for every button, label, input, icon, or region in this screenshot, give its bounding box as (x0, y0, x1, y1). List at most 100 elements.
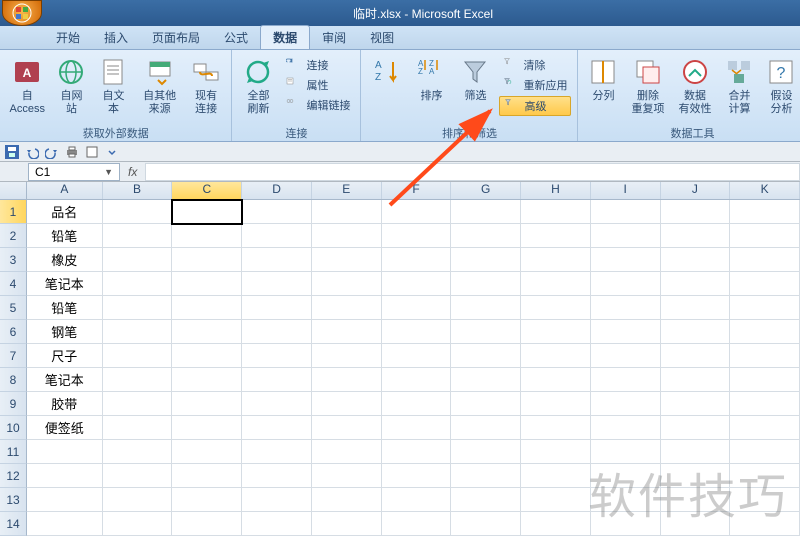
cell-F5[interactable] (382, 296, 452, 320)
row-header-12[interactable]: 12 (0, 464, 27, 488)
tab-审阅[interactable]: 审阅 (310, 26, 358, 49)
fx-icon[interactable]: fx (128, 165, 137, 179)
cell-E11[interactable] (312, 440, 382, 464)
cell-G12[interactable] (451, 464, 521, 488)
text-to-cols-button[interactable]: 分列 (584, 54, 622, 105)
existing-conn-button[interactable]: 现有连接 (187, 54, 226, 118)
cell-H2[interactable] (521, 224, 591, 248)
cell-G5[interactable] (451, 296, 521, 320)
cell-A10[interactable]: 便签纸 (27, 416, 103, 440)
cell-I8[interactable] (591, 368, 661, 392)
cell-K5[interactable] (730, 296, 800, 320)
cell-F2[interactable] (382, 224, 452, 248)
cell-B10[interactable] (103, 416, 173, 440)
row-header-5[interactable]: 5 (0, 296, 27, 320)
cell-D7[interactable] (242, 344, 312, 368)
cell-C10[interactable] (172, 416, 242, 440)
cell-D4[interactable] (242, 272, 312, 296)
cell-K11[interactable] (730, 440, 800, 464)
cell-H11[interactable] (521, 440, 591, 464)
cell-B7[interactable] (103, 344, 173, 368)
filter-button[interactable]: 筛选 (455, 54, 495, 105)
cell-D2[interactable] (242, 224, 312, 248)
cell-I1[interactable] (591, 200, 661, 224)
cell-C12[interactable] (172, 464, 242, 488)
sort-button[interactable]: AZZA排序 (411, 54, 451, 105)
row-header-1[interactable]: 1 (0, 200, 27, 224)
col-header-G[interactable]: G (451, 182, 521, 199)
cell-K1[interactable] (730, 200, 800, 224)
cell-A12[interactable] (27, 464, 103, 488)
cell-A1[interactable]: 品名 (27, 200, 103, 224)
cell-F13[interactable] (382, 488, 452, 512)
cell-D9[interactable] (242, 392, 312, 416)
cell-B6[interactable] (103, 320, 173, 344)
cell-F3[interactable] (382, 248, 452, 272)
cell-H12[interactable] (521, 464, 591, 488)
cell-G14[interactable] (451, 512, 521, 536)
cell-K9[interactable] (730, 392, 800, 416)
cell-G13[interactable] (451, 488, 521, 512)
cell-I13[interactable] (591, 488, 661, 512)
cell-A9[interactable]: 胶带 (27, 392, 103, 416)
cell-E5[interactable] (312, 296, 382, 320)
cell-C1[interactable] (172, 200, 242, 224)
cell-B4[interactable] (103, 272, 173, 296)
cell-H14[interactable] (521, 512, 591, 536)
cell-E12[interactable] (312, 464, 382, 488)
cell-B2[interactable] (103, 224, 173, 248)
name-box[interactable]: C1 ▼ (28, 163, 120, 181)
cell-E10[interactable] (312, 416, 382, 440)
cell-J3[interactable] (661, 248, 731, 272)
cell-A5[interactable]: 铅笔 (27, 296, 103, 320)
cell-F9[interactable] (382, 392, 452, 416)
sort-az-button[interactable]: AZ (367, 54, 407, 92)
cell-G1[interactable] (451, 200, 521, 224)
cell-F6[interactable] (382, 320, 452, 344)
remove-dup-button[interactable]: 删除 重复项 (626, 54, 669, 118)
cell-K12[interactable] (730, 464, 800, 488)
cell-H1[interactable] (521, 200, 591, 224)
cell-E13[interactable] (312, 488, 382, 512)
row-header-4[interactable]: 4 (0, 272, 27, 296)
col-header-I[interactable]: I (591, 182, 661, 199)
cell-J9[interactable] (661, 392, 731, 416)
cell-K7[interactable] (730, 344, 800, 368)
col-header-A[interactable]: A (27, 182, 103, 199)
cell-C13[interactable] (172, 488, 242, 512)
cell-G7[interactable] (451, 344, 521, 368)
cell-D5[interactable] (242, 296, 312, 320)
cell-E8[interactable] (312, 368, 382, 392)
cell-H8[interactable] (521, 368, 591, 392)
cell-D3[interactable] (242, 248, 312, 272)
save-icon[interactable] (4, 144, 20, 160)
cell-B5[interactable] (103, 296, 173, 320)
refresh-button[interactable]: 全部刷新 (238, 54, 278, 118)
cell-C11[interactable] (172, 440, 242, 464)
cell-C8[interactable] (172, 368, 242, 392)
cell-J10[interactable] (661, 416, 731, 440)
cell-K4[interactable] (730, 272, 800, 296)
row-header-3[interactable]: 3 (0, 248, 27, 272)
cell-H7[interactable] (521, 344, 591, 368)
row-header-13[interactable]: 13 (0, 488, 27, 512)
cell-J5[interactable] (661, 296, 731, 320)
col-header-E[interactable]: E (312, 182, 382, 199)
cell-K10[interactable] (730, 416, 800, 440)
cell-B1[interactable] (103, 200, 173, 224)
undo-icon[interactable] (24, 144, 40, 160)
print-icon[interactable] (64, 144, 80, 160)
tab-页面布局[interactable]: 页面布局 (140, 26, 212, 49)
cell-K14[interactable] (730, 512, 800, 536)
cell-B14[interactable] (103, 512, 173, 536)
cell-F7[interactable] (382, 344, 452, 368)
col-header-F[interactable]: F (382, 182, 452, 199)
cell-J14[interactable] (661, 512, 731, 536)
cell-G10[interactable] (451, 416, 521, 440)
advanced-button[interactable]: 高级 (499, 96, 571, 116)
cell-I3[interactable] (591, 248, 661, 272)
cell-A4[interactable]: 笔记本 (27, 272, 103, 296)
cell-F1[interactable] (382, 200, 452, 224)
cell-F10[interactable] (382, 416, 452, 440)
tab-公式[interactable]: 公式 (212, 26, 260, 49)
